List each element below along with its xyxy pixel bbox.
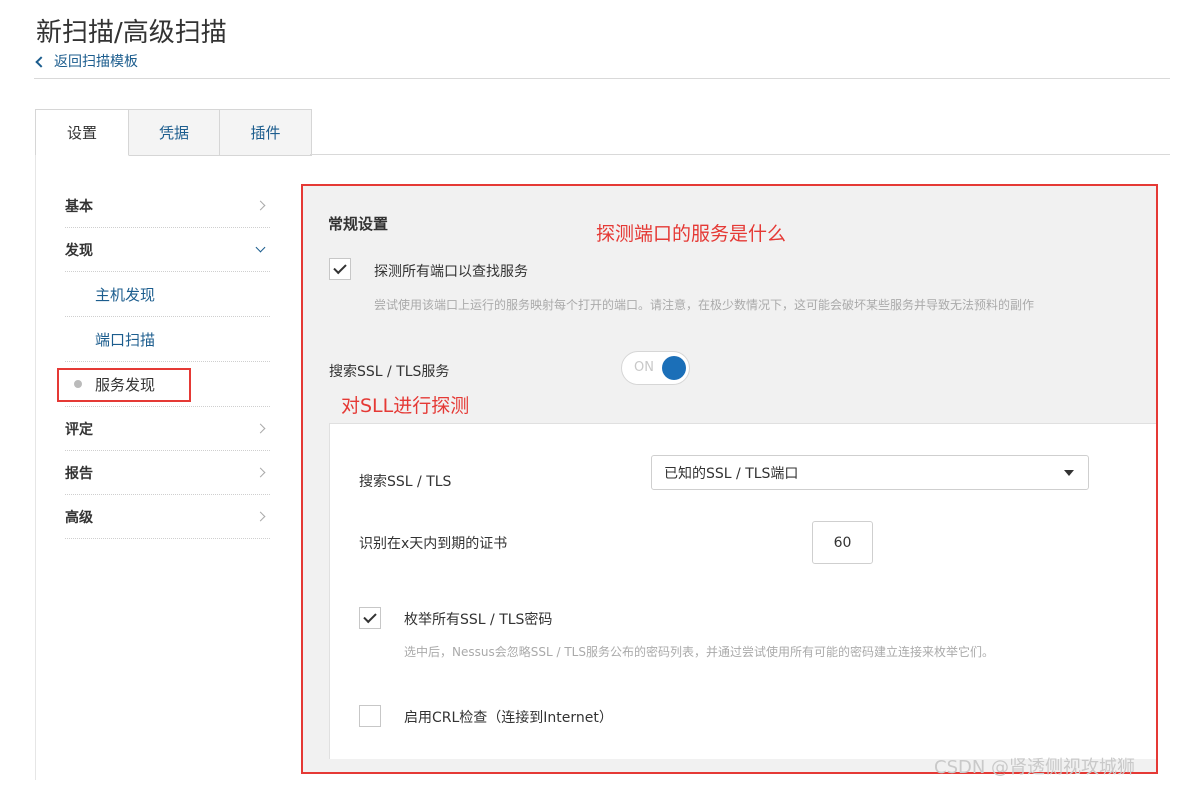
ssl-search-label: 搜索SSL / TLS (359, 474, 452, 490)
sidebar-subitem-host-discovery[interactable]: 主机发现 (65, 272, 270, 317)
crl-check-label: 启用CRL检查（连接到Internet） (404, 710, 613, 726)
chevron-down-icon (255, 242, 266, 253)
sidebar-item-label: 评定 (65, 421, 93, 438)
probe-all-ports-label: 探测所有端口以查找服务 (374, 264, 528, 280)
chevron-right-icon (255, 511, 266, 522)
chevron-right-icon (255, 200, 266, 211)
cert-expiry-days-input[interactable]: 60 (812, 521, 873, 564)
ssl-search-selected-value: 已知的SSL / TLS端口 (664, 465, 799, 482)
ssl-service-toggle[interactable]: ON (621, 351, 690, 385)
header-divider (34, 78, 1170, 79)
sidebar-item-advanced[interactable]: 高级 (65, 495, 270, 539)
enumerate-ciphers-label: 枚举所有SSL / TLS密码 (404, 612, 553, 628)
tab-bar: 设置 凭据 插件 (35, 109, 312, 156)
tab-settings[interactable]: 设置 (35, 109, 129, 156)
service-discovery-highlight-box (57, 368, 191, 402)
tabs-divider (310, 154, 1170, 155)
sidebar-item-label: 基本 (65, 198, 93, 215)
sidebar-item-assessment[interactable]: 评定 (65, 407, 270, 451)
toggle-state-text: ON (634, 360, 654, 375)
annotation-ssl-note: 对SLL进行探测 (341, 395, 470, 417)
page-title: 新扫描/高级扫描 (36, 18, 227, 48)
content-left-border (35, 155, 36, 780)
sidebar-item-label: 高级 (65, 509, 93, 526)
sidebar-item-label: 发现 (65, 242, 93, 259)
probe-all-ports-checkbox[interactable] (329, 258, 351, 280)
sidebar-item-basic[interactable]: 基本 (65, 184, 270, 228)
ssl-search-select[interactable]: 已知的SSL / TLS端口 (651, 455, 1089, 490)
back-link-label: 返回扫描模板 (54, 54, 138, 70)
settings-sidebar: 基本 发现 主机发现 端口扫描 服务发现 评定 报告 高级 (65, 184, 270, 539)
sidebar-item-discovery[interactable]: 发现 (65, 228, 270, 272)
enumerate-ciphers-description: 选中后，Nessus会忽略SSL / TLS服务公布的密码列表，并通过尝试使用所… (404, 645, 994, 659)
ssl-service-label: 搜索SSL / TLS服务 (329, 364, 450, 380)
section-title: 常规设置 (328, 215, 389, 233)
chevron-left-icon (35, 55, 47, 68)
chevron-right-icon (255, 467, 266, 478)
toggle-knob (662, 356, 686, 380)
back-to-templates-link[interactable]: 返回扫描模板 (35, 51, 138, 71)
probe-all-ports-description: 尝试使用该端口上运行的服务映射每个打开的端口。请注意，在极少数情况下，这可能会破… (374, 298, 1035, 312)
annotation-probe-note: 探测端口的服务是什么 (596, 223, 787, 245)
watermark: CSDN @肾透侧视攻城狮 (934, 757, 1136, 778)
crl-check-checkbox[interactable] (359, 705, 381, 727)
checkmark-icon (333, 260, 347, 275)
enumerate-ciphers-checkbox[interactable] (359, 607, 381, 629)
chevron-right-icon (255, 423, 266, 434)
caret-down-icon (1064, 469, 1074, 476)
tab-credentials[interactable]: 凭据 (129, 109, 220, 156)
sidebar-subitem-port-scanning[interactable]: 端口扫描 (65, 317, 270, 362)
cert-expiry-label: 识别在x天内到期的证书 (359, 536, 508, 552)
sidebar-item-report[interactable]: 报告 (65, 451, 270, 495)
tab-plugins[interactable]: 插件 (220, 109, 312, 156)
sidebar-item-label: 报告 (65, 465, 93, 482)
checkmark-icon (363, 609, 377, 624)
